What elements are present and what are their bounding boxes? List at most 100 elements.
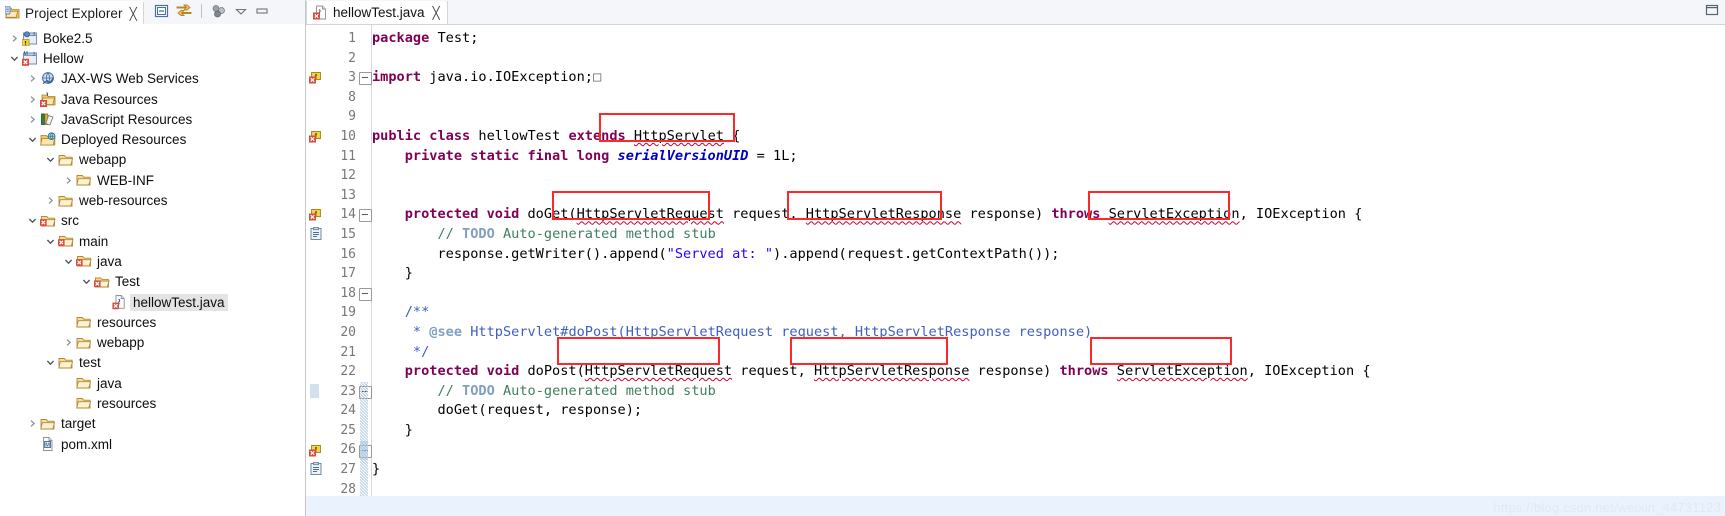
tree-item-java-resources[interactable]: Java Resources: [0, 89, 305, 109]
tree-item-deployed-resources[interactable]: Deployed Resources: [0, 129, 305, 149]
code-line[interactable]: [372, 186, 1725, 206]
line-number: 27: [340, 462, 356, 478]
code-line[interactable]: package Test;: [372, 29, 1725, 49]
folder-open-icon: [57, 355, 75, 371]
tree-item-src[interactable]: src: [0, 211, 305, 231]
code-line[interactable]: protected void doGet(HttpServletRequest …: [372, 205, 1725, 225]
line-number: 25: [340, 422, 356, 438]
tree-item-webapp[interactable]: webapp: [0, 332, 305, 352]
chevron-down-icon[interactable]: [26, 135, 39, 144]
code-line[interactable]: /**: [372, 303, 1725, 323]
tree-item-web-inf[interactable]: WEB-INF: [0, 170, 305, 190]
code-line[interactable]: [372, 107, 1725, 127]
tree-item-hellowtest-java[interactable]: hellowTest.java: [0, 292, 305, 312]
source-code[interactable]: package Test; import java.io.IOException…: [372, 25, 1725, 516]
chevron-down-icon[interactable]: [44, 358, 57, 367]
code-line[interactable]: [372, 440, 1725, 460]
tree-item-pom-xml[interactable]: Mpom.xml: [0, 434, 305, 454]
code-line[interactable]: [372, 49, 1725, 69]
tree-item-target[interactable]: target: [0, 414, 305, 434]
code-line[interactable]: }: [372, 460, 1725, 480]
link-with-editor-icon[interactable]: [176, 4, 192, 18]
marker-ruler[interactable]: [306, 25, 326, 516]
tree-item-boke2-5[interactable]: J Boke2.5: [0, 28, 305, 48]
code-line[interactable]: * @see HttpServlet#doPost(HttpServletReq…: [372, 323, 1725, 343]
chevron-right-icon[interactable]: [62, 176, 75, 185]
warning-error-marker-icon[interactable]: [309, 207, 323, 221]
eclipse-ide-window: Project Explorer ╳ J Boke2.5 M J Hellow …: [0, 0, 1725, 516]
code-line[interactable]: import java.io.IOException;□: [372, 68, 1725, 88]
todo-task-marker-icon[interactable]: [309, 462, 323, 476]
code-line[interactable]: }: [372, 264, 1725, 284]
chevron-right-icon[interactable]: [44, 196, 57, 205]
tree-item-java[interactable]: java: [0, 251, 305, 271]
chevron-down-icon[interactable]: [44, 237, 57, 246]
tree-item-web-resources[interactable]: web-resources: [0, 190, 305, 210]
tree-item-hellow[interactable]: M J Hellow: [0, 48, 305, 68]
code-line[interactable]: */: [372, 343, 1725, 363]
code-line[interactable]: // TODO Auto-generated method stub: [372, 225, 1725, 245]
warning-error-marker-icon[interactable]: [309, 70, 323, 84]
folding-column[interactable]: [358, 25, 372, 516]
line-number: 9: [348, 109, 356, 125]
fold-toggle-icon[interactable]: [359, 287, 372, 301]
tab-hellowtest-java[interactable]: hellowTest.java ╳: [306, 1, 448, 24]
code-line[interactable]: [372, 284, 1725, 304]
code-line[interactable]: private static final long serialVersionU…: [372, 147, 1725, 167]
java-file-error-icon: [313, 5, 328, 20]
code-line[interactable]: }: [372, 421, 1725, 441]
chevron-down-icon[interactable]: [44, 155, 57, 164]
fold-toggle-icon[interactable]: [359, 72, 372, 86]
code-area[interactable]: 1 2 3 8 9 10 11 12 13 14 15 16 17 18 19 20 21 22 23 24 25 26 2…: [306, 25, 1725, 516]
tree-item-javascript-resources[interactable]: JavaScript Resources: [0, 109, 305, 129]
folder-open-icon: [57, 193, 75, 209]
todo-task-marker-icon[interactable]: [309, 227, 323, 241]
tree-item-main[interactable]: main: [0, 231, 305, 251]
chevron-right-icon[interactable]: [26, 95, 39, 104]
code-line[interactable]: [372, 166, 1725, 186]
code-editor-panel: hellowTest.java ╳ 1 2 3 8 9 10 11 12 13 14 15 16 17 1…: [306, 0, 1725, 516]
line-number: 16: [340, 246, 356, 262]
tree-item-java[interactable]: java: [0, 373, 305, 393]
tree-item-label: JavaScript Resources: [61, 111, 193, 127]
chevron-down-icon[interactable]: [80, 277, 93, 286]
chevron-right-icon[interactable]: [8, 34, 21, 43]
code-line[interactable]: response.getWriter().append("Served at: …: [372, 245, 1725, 265]
folder-open-icon: [75, 172, 93, 188]
fold-toggle-icon[interactable]: [359, 209, 372, 223]
close-icon[interactable]: ╳: [433, 7, 440, 19]
view-menu-chevron-icon[interactable]: [234, 5, 248, 17]
close-icon[interactable]: ╳: [130, 8, 137, 20]
folding-shade-icon[interactable]: [309, 383, 321, 398]
tree-item-resources[interactable]: resources: [0, 393, 305, 413]
code-line[interactable]: protected void doPost(HttpServletRequest…: [372, 362, 1725, 382]
maven-pom-icon: M: [39, 436, 57, 452]
project-tree[interactable]: J Boke2.5 M J Hellow JAX-WS Web Services Java …: [0, 24, 305, 516]
folder-open-icon: [75, 314, 93, 330]
chevron-right-icon[interactable]: [26, 115, 39, 124]
chevron-right-icon[interactable]: [26, 74, 39, 83]
code-line[interactable]: public class hellowTest extends HttpServ…: [372, 127, 1725, 147]
chevron-right-icon[interactable]: [26, 419, 39, 428]
collapse-all-icon[interactable]: [154, 4, 169, 18]
warning-error-marker-icon[interactable]: [309, 129, 323, 143]
chevron-down-icon[interactable]: [62, 257, 75, 266]
tree-item-webapp[interactable]: webapp: [0, 150, 305, 170]
warning-error-marker-icon[interactable]: [309, 443, 323, 457]
code-line[interactable]: // TODO Auto-generated method stub: [372, 382, 1725, 402]
tree-item-label: webapp: [97, 335, 145, 351]
chevron-down-icon[interactable]: [8, 54, 21, 63]
chevron-down-icon[interactable]: [26, 216, 39, 225]
line-number: 21: [340, 344, 356, 360]
chevron-right-icon[interactable]: [62, 338, 75, 347]
minimize-icon[interactable]: [255, 5, 269, 17]
tree-item-test[interactable]: Test: [0, 272, 305, 292]
tree-item-jax-ws-web-services[interactable]: JAX-WS Web Services: [0, 69, 305, 89]
tree-item-resources[interactable]: resources: [0, 312, 305, 332]
view-menu-dots-icon[interactable]: [211, 4, 227, 18]
tree-item-test[interactable]: test: [0, 353, 305, 373]
tab-project-explorer[interactable]: Project Explorer ╳: [0, 1, 144, 24]
code-line[interactable]: [372, 88, 1725, 108]
maximize-icon[interactable]: [1705, 4, 1719, 17]
code-line[interactable]: doGet(request, response);: [372, 401, 1725, 421]
